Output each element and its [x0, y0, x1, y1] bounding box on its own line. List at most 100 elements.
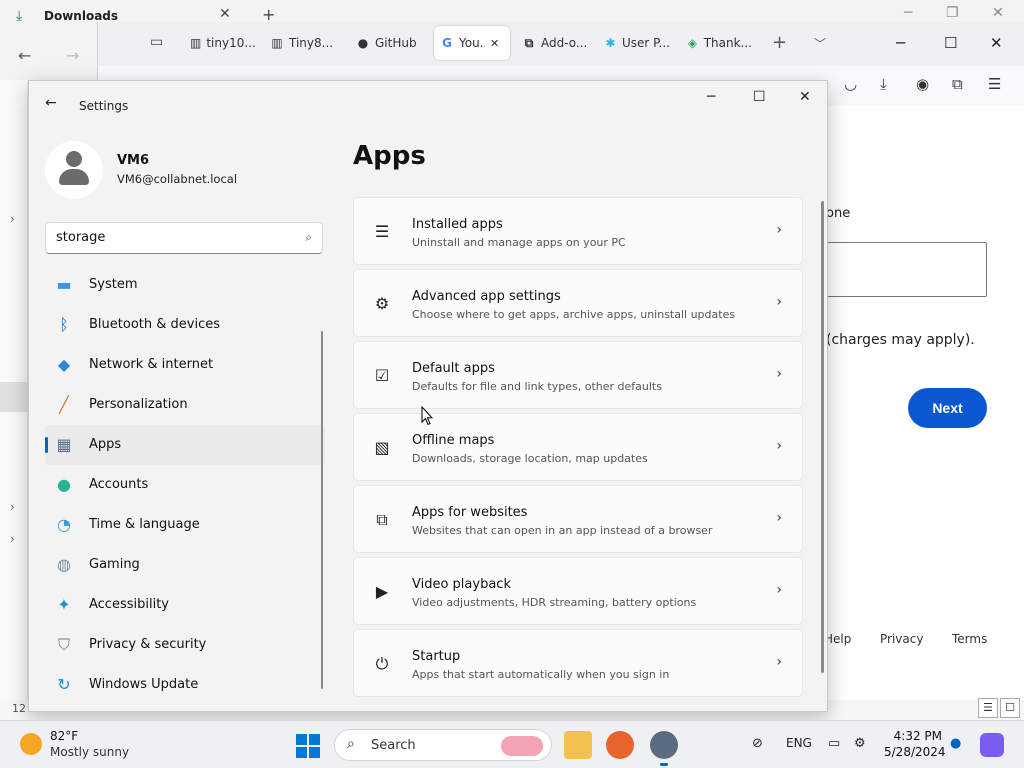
- chevron-right-icon[interactable]: ›: [10, 212, 15, 226]
- close-icon[interactable]: ✕: [992, 5, 1004, 21]
- settings-search-input[interactable]: [56, 230, 286, 245]
- copilot-icon[interactable]: [980, 733, 1004, 757]
- tab-github[interactable]: ● GitHub: [350, 26, 426, 60]
- back-arrow-icon[interactable]: ←: [45, 95, 57, 111]
- close-tab-icon[interactable]: ✕: [219, 6, 231, 22]
- profile-name: VM6: [117, 153, 150, 168]
- notification-bell-icon[interactable]: ●: [950, 736, 961, 751]
- selection-indicator: [45, 437, 48, 453]
- tiles-view-icon[interactable]: ☐: [1000, 698, 1020, 718]
- sidebar-item-label: Bluetooth & devices: [89, 317, 220, 332]
- footer-help-link[interactable]: Help: [824, 632, 851, 646]
- tab-thank[interactable]: ◈ Thank...: [680, 26, 758, 60]
- tab-user-p[interactable]: ✱ User P...: [598, 26, 676, 60]
- settings-card-startup[interactable]: ⏻ Startup Apps that start automatically wh…: [353, 629, 803, 697]
- start-button[interactable]: [296, 734, 320, 758]
- sidebar-item-label: Gaming: [89, 557, 140, 572]
- minimize-icon[interactable]: ─: [896, 34, 905, 52]
- settings-window: ← Settings ─ ☐ ✕ VM6 VM6@collabnet.local…: [28, 80, 828, 712]
- close-icon[interactable]: ✕: [799, 89, 811, 105]
- sidebar-item-time-language[interactable]: ◔ Time & language: [45, 505, 325, 545]
- file-explorer-icon[interactable]: [564, 731, 592, 759]
- settings-card-video-playback[interactable]: ▶ Video playback Video adjustments, HDR st…: [353, 557, 803, 625]
- next-button[interactable]: Next: [908, 388, 987, 428]
- account-icon[interactable]: ◉: [916, 75, 929, 93]
- card-subtitle: Downloads, storage location, map updates: [412, 452, 648, 465]
- tab-google-active[interactable]: G You... ✕: [434, 26, 510, 60]
- sidebar-item-bluetooth-devices[interactable]: ᛒ Bluetooth & devices: [45, 305, 325, 345]
- sidebar-item-personalization[interactable]: ╱ Personalization: [45, 385, 325, 425]
- sidebar-item-label: Personalization: [89, 397, 188, 412]
- sidebar-selected-item[interactable]: [0, 382, 28, 412]
- close-icon[interactable]: ✕: [990, 34, 1003, 52]
- content-scrollbar[interactable]: [821, 201, 824, 673]
- sidebar-item-label: Accounts: [89, 477, 149, 492]
- sidebar-item-accounts[interactable]: ● Accounts: [45, 465, 325, 505]
- user-profile[interactable]: VM6 VM6@collabnet.local: [45, 141, 325, 199]
- chevron-right-icon[interactable]: ›: [10, 500, 15, 514]
- list-tabs-icon[interactable]: ﹀: [814, 35, 826, 52]
- tab-overview-icon[interactable]: ▭: [150, 34, 163, 50]
- downloads-tab-label[interactable]: Downloads: [44, 9, 118, 23]
- footer-terms-link[interactable]: Terms: [952, 632, 987, 646]
- page-title: Apps: [353, 141, 426, 171]
- extensions-icon[interactable]: ⧉: [952, 75, 963, 93]
- pocket-icon[interactable]: ◡: [844, 75, 857, 93]
- card-title: Apps for websites: [412, 505, 528, 520]
- sidebar-item-system[interactable]: ▬ System: [45, 265, 325, 305]
- sidebar-item-apps[interactable]: ▦ Apps: [45, 425, 325, 465]
- sidebar-item-privacy-security[interactable]: ⛉ Privacy & security: [45, 625, 325, 665]
- shield-icon: ◈: [687, 36, 697, 50]
- maximize-icon[interactable]: ❐: [946, 5, 959, 21]
- settings-gear-icon[interactable]: [650, 731, 678, 766]
- forward-arrow-icon[interactable]: →: [66, 46, 79, 65]
- weather-sun-icon[interactable]: [20, 733, 42, 755]
- minimize-icon[interactable]: ─: [707, 89, 715, 105]
- back-arrow-icon[interactable]: ←: [18, 46, 31, 65]
- clock-date[interactable]: 5/28/2024: [884, 745, 946, 759]
- download-icon[interactable]: ⤓: [880, 75, 887, 93]
- firefox-icon[interactable]: [606, 731, 634, 759]
- settings-card-installed-apps[interactable]: ☰ Installed apps Uninstall and manage apps…: [353, 197, 803, 265]
- minimize-icon[interactable]: ─: [904, 5, 912, 21]
- details-view-icon[interactable]: ☰: [978, 698, 998, 718]
- new-tab-icon[interactable]: +: [772, 32, 787, 53]
- accounts-icon: ●: [57, 475, 71, 494]
- display-icon[interactable]: ▭: [828, 736, 840, 751]
- sidebar-item-network-internet[interactable]: ◆ Network & internet: [45, 345, 325, 385]
- maximize-icon[interactable]: ☐: [753, 89, 766, 105]
- tab-tiny8[interactable]: ▥ Tiny8...: [264, 26, 340, 60]
- settings-card-advanced-app-settings[interactable]: ⚙ Advanced app settings Choose where to ge…: [353, 269, 803, 337]
- menu-icon[interactable]: ☰: [988, 75, 1001, 93]
- settings-search-box[interactable]: ⌕: [45, 222, 323, 254]
- clock-time[interactable]: 4:32 PM: [884, 729, 942, 743]
- network-icon: ◆: [57, 355, 71, 374]
- search-icon[interactable]: ⌕: [305, 230, 312, 245]
- footer-privacy-link[interactable]: Privacy: [880, 632, 923, 646]
- network-off-icon[interactable]: ⊘: [752, 736, 763, 751]
- weather-temperature[interactable]: 82°F: [50, 729, 78, 743]
- apps-icon: ▦: [56, 435, 72, 454]
- taskbar-search[interactable]: ⌕ Search: [334, 729, 552, 761]
- settings-card-default-apps[interactable]: ☑ Default apps Defaults for file and link …: [353, 341, 803, 409]
- close-tab-icon[interactable]: ✕: [490, 37, 499, 50]
- tab-tiny10[interactable]: ▥ tiny10...: [184, 26, 260, 60]
- chevron-right-icon[interactable]: ›: [10, 532, 15, 546]
- card-title: Installed apps: [412, 217, 503, 232]
- language-indicator[interactable]: ENG: [786, 736, 812, 750]
- accessibility-tray-icon[interactable]: ⚙: [854, 736, 866, 751]
- shield-icon: ⛉: [57, 635, 70, 654]
- card-title: Offline maps: [412, 433, 495, 448]
- sidebar-item-label: Privacy & security: [89, 637, 207, 652]
- gamepad-icon: ◍: [57, 555, 71, 574]
- tab-addons[interactable]: ⧉ Add-o...: [516, 26, 594, 60]
- nav-scrollbar[interactable]: [321, 331, 323, 689]
- sidebar-item-gaming[interactable]: ◍ Gaming: [45, 545, 325, 585]
- sidebar-item-accessibility[interactable]: ✦ Accessibility: [45, 585, 325, 625]
- weather-description[interactable]: Mostly sunny: [50, 745, 129, 759]
- sidebar-item-windows-update[interactable]: ↻ Windows Update: [45, 665, 325, 705]
- card-subtitle: Choose where to get apps, archive apps, …: [412, 308, 736, 321]
- maximize-icon[interactable]: ☐: [944, 34, 957, 52]
- settings-card-apps-for-websites[interactable]: ⧉ Apps for websites Websites that can open…: [353, 485, 803, 553]
- clock-globe-icon: ◔: [57, 515, 71, 534]
